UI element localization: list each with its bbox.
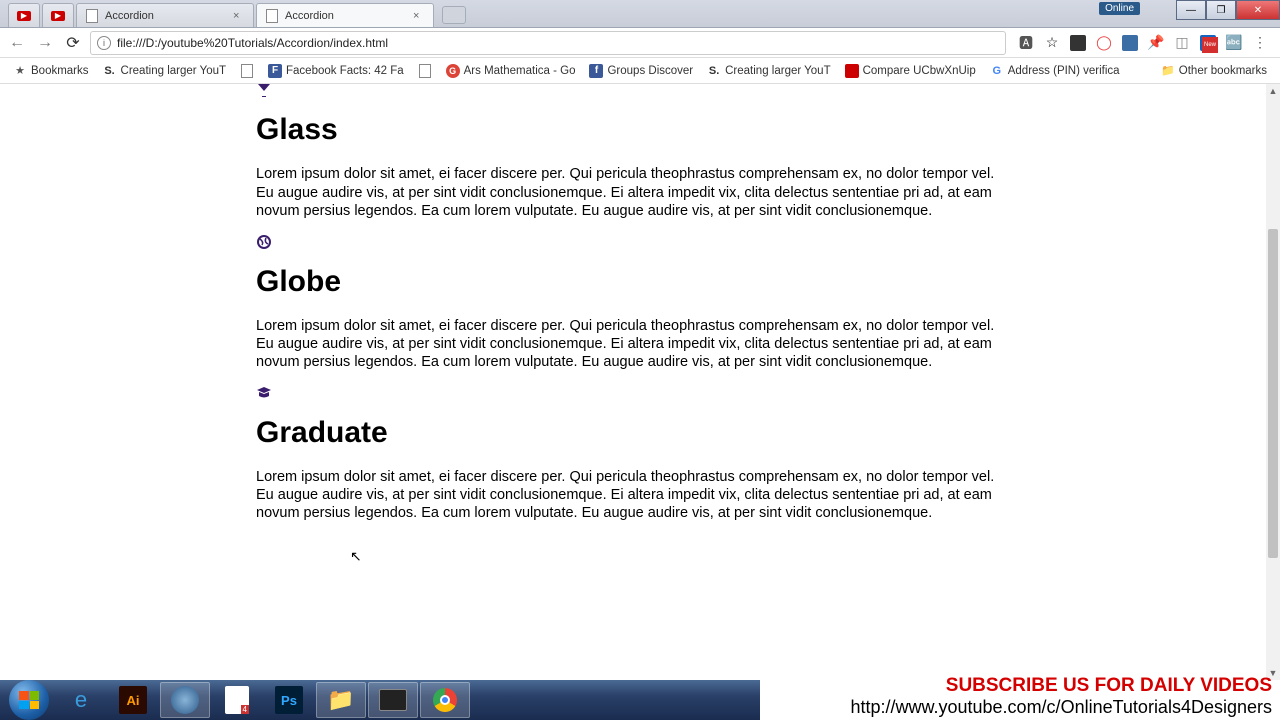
translate-icon[interactable]: 🅰 bbox=[1018, 35, 1034, 51]
youtube-icon: ▶ bbox=[51, 9, 65, 23]
ext-icon-4[interactable]: 📌 bbox=[1148, 35, 1164, 51]
taskbar-app-2[interactable]: 4 bbox=[212, 682, 262, 718]
taskbar-terminal[interactable] bbox=[368, 682, 418, 718]
folder-icon: 📁 bbox=[1161, 64, 1175, 78]
bookmark-item[interactable]: Compare UCbwXnUip bbox=[840, 62, 981, 80]
scroll-track[interactable] bbox=[1266, 98, 1280, 666]
close-window-button[interactable]: ✕ bbox=[1236, 0, 1280, 20]
forward-button[interactable]: → bbox=[34, 32, 56, 54]
tab-accordion-1[interactable]: Accordion × bbox=[76, 3, 254, 27]
bookmark-item[interactable]: GArs Mathematica - Go bbox=[441, 62, 581, 80]
windows-taskbar: e Ai 4 Ps 📁 bbox=[0, 680, 760, 720]
tab-youtube-1[interactable]: ▶ bbox=[8, 3, 40, 27]
bookmark-item[interactable]: FFacebook Facts: 42 Fa bbox=[263, 62, 409, 80]
site-icon: S. bbox=[103, 64, 117, 78]
google-icon: G bbox=[990, 64, 1004, 78]
address-bar-row: ← → ⟳ i file:///D:/youtube%20Tutorials/A… bbox=[0, 28, 1280, 58]
page-icon bbox=[418, 64, 432, 78]
ext-icon-5[interactable]: ◫ bbox=[1174, 35, 1190, 51]
bookmarks-bar: ★Bookmarks S.Creating larger YouT FFaceb… bbox=[0, 58, 1280, 84]
overlay-line2: http://www.youtube.com/c/OnlineTutorials… bbox=[850, 697, 1272, 718]
tab-strip: ▶ ▶ Accordion × Accordion × Online — ❐ ✕ bbox=[0, 0, 1280, 28]
vertical-scrollbar[interactable]: ▲ ▼ bbox=[1266, 84, 1280, 680]
page-icon bbox=[85, 9, 99, 23]
close-tab-icon[interactable]: × bbox=[233, 10, 245, 22]
tab-youtube-2[interactable]: ▶ bbox=[42, 3, 74, 27]
globe-icon bbox=[256, 234, 1012, 253]
tab-title: Accordion bbox=[105, 10, 227, 22]
section-heading-graduate: Graduate bbox=[256, 416, 1012, 450]
bookmark-item[interactable]: GAddress (PIN) verifica bbox=[985, 62, 1125, 80]
close-tab-icon[interactable]: × bbox=[413, 10, 425, 22]
ext-icon-7[interactable]: 🔤 bbox=[1226, 35, 1242, 51]
fb-icon: f bbox=[589, 64, 603, 78]
body-text: Lorem ipsum dolor sit amet, ei facer dis… bbox=[256, 468, 1012, 522]
tab-accordion-2[interactable]: Accordion × bbox=[256, 3, 434, 27]
maximize-button[interactable]: ❐ bbox=[1206, 0, 1236, 20]
ext-icon-6[interactable]: New bbox=[1200, 35, 1216, 51]
bookmark-item[interactable]: fGroups Discover bbox=[584, 62, 698, 80]
online-badge: Online bbox=[1099, 2, 1140, 15]
url-text: file:///D:/youtube%20Tutorials/Accordion… bbox=[117, 36, 999, 50]
other-bookmarks[interactable]: 📁Other bookmarks bbox=[1156, 62, 1272, 80]
graduate-icon bbox=[256, 385, 1012, 404]
body-text: Lorem ipsum dolor sit amet, ei facer dis… bbox=[256, 165, 1012, 219]
page-icon bbox=[240, 64, 254, 78]
chrome-menu-button[interactable]: ⋮ bbox=[1252, 35, 1268, 51]
section-heading-glass: Glass bbox=[256, 113, 1012, 147]
taskbar-app-1[interactable] bbox=[160, 682, 210, 718]
reload-button[interactable]: ⟳ bbox=[62, 32, 84, 54]
page-icon bbox=[265, 9, 279, 23]
page-viewport: dolor tempor vel. Eu augue audire vis, a… bbox=[0, 84, 1266, 680]
glass-icon bbox=[256, 84, 1012, 101]
taskbar-photoshop[interactable]: Ps bbox=[264, 682, 314, 718]
scroll-thumb[interactable] bbox=[1268, 229, 1278, 558]
taskbar-chrome[interactable] bbox=[420, 682, 470, 718]
minimize-button[interactable]: — bbox=[1176, 0, 1206, 20]
site-icon: S. bbox=[707, 64, 721, 78]
bookmark-item[interactable]: S.Creating larger YouT bbox=[98, 62, 231, 80]
overlay-line1: SUBSCRIBE US FOR DAILY VIDEOS bbox=[850, 675, 1272, 697]
back-button[interactable]: ← bbox=[6, 32, 28, 54]
body-text: Lorem ipsum dolor sit amet, ei facer dis… bbox=[256, 317, 1012, 371]
address-bar[interactable]: i file:///D:/youtube%20Tutorials/Accordi… bbox=[90, 31, 1006, 55]
ext-icon-1[interactable] bbox=[1070, 35, 1086, 51]
g-icon: G bbox=[446, 64, 460, 78]
taskbar-illustrator[interactable]: Ai bbox=[108, 682, 158, 718]
bookmarks-label[interactable]: ★Bookmarks bbox=[8, 62, 94, 80]
overlay-watermark: SUBSCRIBE US FOR DAILY VIDEOS http://www… bbox=[850, 675, 1272, 718]
bookmark-item[interactable] bbox=[235, 62, 259, 80]
bookmark-star-icon[interactable]: ☆ bbox=[1044, 35, 1060, 51]
start-button[interactable] bbox=[4, 682, 54, 718]
youtube-icon: ▶ bbox=[17, 9, 31, 23]
tab-title: Accordion bbox=[285, 10, 407, 22]
scroll-up-button[interactable]: ▲ bbox=[1266, 84, 1280, 98]
star-icon: ★ bbox=[13, 64, 27, 78]
new-tab-button[interactable] bbox=[442, 6, 466, 24]
taskbar-ie[interactable]: e bbox=[56, 682, 106, 718]
fb-icon: F bbox=[268, 64, 282, 78]
section-heading-globe: Globe bbox=[256, 265, 1012, 299]
bookmark-item[interactable] bbox=[413, 62, 437, 80]
page-content: dolor tempor vel. Eu augue audire vis, a… bbox=[256, 84, 1012, 537]
window-controls: — ❐ ✕ bbox=[1176, 0, 1280, 20]
ext-icon-3[interactable] bbox=[1122, 35, 1138, 51]
site-info-icon[interactable]: i bbox=[97, 36, 111, 50]
bookmark-item[interactable]: S.Creating larger YouT bbox=[702, 62, 835, 80]
sb-icon bbox=[845, 64, 859, 78]
taskbar-explorer[interactable]: 📁 bbox=[316, 682, 366, 718]
ext-icon-2[interactable]: ◯ bbox=[1096, 35, 1112, 51]
